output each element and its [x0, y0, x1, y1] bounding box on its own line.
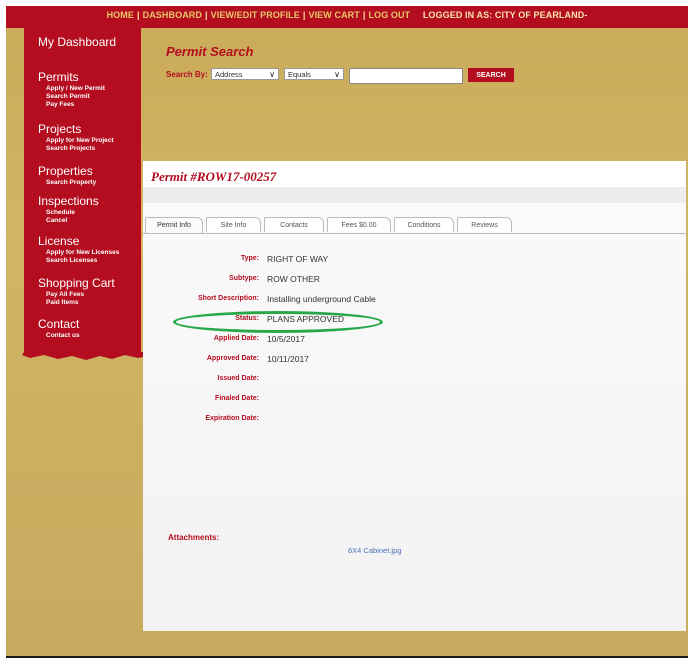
logged-in-as: LOGGED IN AS: CITY OF PEARLAND- [422, 10, 588, 20]
attachments-label: Attachments: [168, 533, 220, 542]
top-nav: HOME | DASHBOARD | VIEW/EDIT PROFILE | VIEW CA… [106, 10, 588, 20]
sidebar-inspections[interactable]: Inspections [38, 194, 99, 208]
sidebar-link-pay-fees[interactable]: Pay Fees [46, 101, 74, 109]
subtype-value: ROW OTHER [267, 274, 320, 284]
subtype-label: Subtype: [229, 275, 259, 282]
search-operator-value: Equals [288, 70, 311, 79]
sidebar-link-schedule[interactable]: Schedule [46, 209, 75, 217]
sidebar-license[interactable]: License [38, 234, 79, 248]
permit-search-title: Permit Search [166, 44, 254, 59]
sidebar-link-contact-us[interactable]: Contact us [46, 332, 80, 340]
sidebar-torn-edge-icon [22, 352, 148, 360]
issued-date-label: Issued Date: [217, 375, 259, 382]
sidebar-link-pay-all-fees[interactable]: Pay All Fees [46, 291, 84, 299]
tab-site-info[interactable]: Site Info [206, 217, 261, 232]
sidebar-permits[interactable]: Permits [38, 70, 79, 84]
search-field-value: Address [215, 70, 243, 79]
approved-date-value: 10/11/2017 [267, 354, 309, 364]
status-highlight-annotation [173, 311, 383, 333]
chevron-down-icon: ∨ [269, 70, 275, 79]
search-button[interactable]: SEARCH [468, 68, 514, 82]
applied-date-label: Applied Date: [213, 335, 259, 342]
nav-dashboard-link[interactable]: DASHBOARD [143, 10, 202, 20]
search-input[interactable] [349, 68, 463, 84]
top-nav-bar: HOME | DASHBOARD | VIEW/EDIT PROFILE | VIEW CA… [6, 6, 688, 28]
short-description-label: Short Description: [197, 295, 259, 302]
chevron-down-icon: ∨ [334, 70, 340, 79]
sidebar-shopping-cart[interactable]: Shopping Cart [38, 276, 115, 290]
tab-permit-info[interactable]: Permit Info [145, 217, 203, 233]
nav-view-cart-link[interactable]: VIEW CART [308, 10, 359, 20]
sidebar-link-search-permit[interactable]: Search Permit [46, 93, 90, 101]
sidebar-link-apply-new-licenses[interactable]: Apply for New Licenses [46, 249, 119, 257]
sidebar-link-search-property[interactable]: Search Property [46, 179, 96, 187]
permit-panel: Permit #ROW17-00257 Permit Info Site Inf… [143, 161, 686, 631]
search-by-label: Search By: [166, 70, 208, 79]
sidebar-link-search-projects[interactable]: Search Projects [46, 145, 95, 153]
applied-date-value: 10/5/2017 [267, 334, 305, 344]
nav-home-link[interactable]: HOME [107, 10, 134, 20]
nav-logout-link[interactable]: LOG OUT [369, 10, 411, 20]
sidebar-properties[interactable]: Properties [38, 164, 93, 178]
nav-edit-profile-link[interactable]: VIEW/EDIT PROFILE [211, 10, 300, 20]
sidebar-link-apply-new-project[interactable]: Apply for New Project [46, 137, 114, 145]
sidebar-projects[interactable]: Projects [38, 122, 81, 136]
sidebar-contact[interactable]: Contact [38, 317, 79, 331]
search-field-select[interactable]: Address ∨ [211, 68, 279, 80]
tab-fees[interactable]: Fees $0.00 [327, 217, 391, 232]
attachment-link[interactable]: 6X4 Cabinet.jpg [348, 546, 401, 555]
approved-date-label: Approved Date: [206, 355, 259, 362]
sidebar-link-apply-new-permit[interactable]: Apply / New Permit [46, 85, 105, 93]
title-divider [143, 187, 686, 203]
sidebar-link-paid-items[interactable]: Paid Items [46, 299, 79, 307]
tab-conditions[interactable]: Conditions [394, 217, 454, 232]
sidebar-link-search-licenses[interactable]: Search Licenses [46, 257, 97, 265]
permit-title: Permit #ROW17-00257 [151, 169, 277, 184]
sidebar-link-cancel[interactable]: Cancel [46, 217, 67, 225]
permit-content: Permit Info Site Info Contacts Fees $0.0… [143, 203, 686, 631]
tab-contacts[interactable]: Contacts [264, 217, 324, 232]
type-label: Type: [240, 255, 259, 262]
finaled-date-label: Finaled Date: [215, 395, 259, 402]
tab-strip: Permit Info Site Info Contacts Fees $0.0… [143, 215, 686, 234]
type-value: RIGHT OF WAY [267, 254, 329, 264]
tab-reviews[interactable]: Reviews [457, 217, 512, 232]
app-frame: HOME | DASHBOARD | VIEW/EDIT PROFILE | VIEW CA… [6, 6, 688, 658]
expiration-date-label: Expiration Date: [205, 415, 259, 422]
search-operator-select[interactable]: Equals ∨ [284, 68, 344, 80]
page: HOME | DASHBOARD | VIEW/EDIT PROFILE | VIEW CA… [0, 0, 694, 664]
short-description-value: Installing underground Cable [267, 294, 376, 304]
sidebar-my-dashboard[interactable]: My Dashboard [38, 35, 116, 49]
